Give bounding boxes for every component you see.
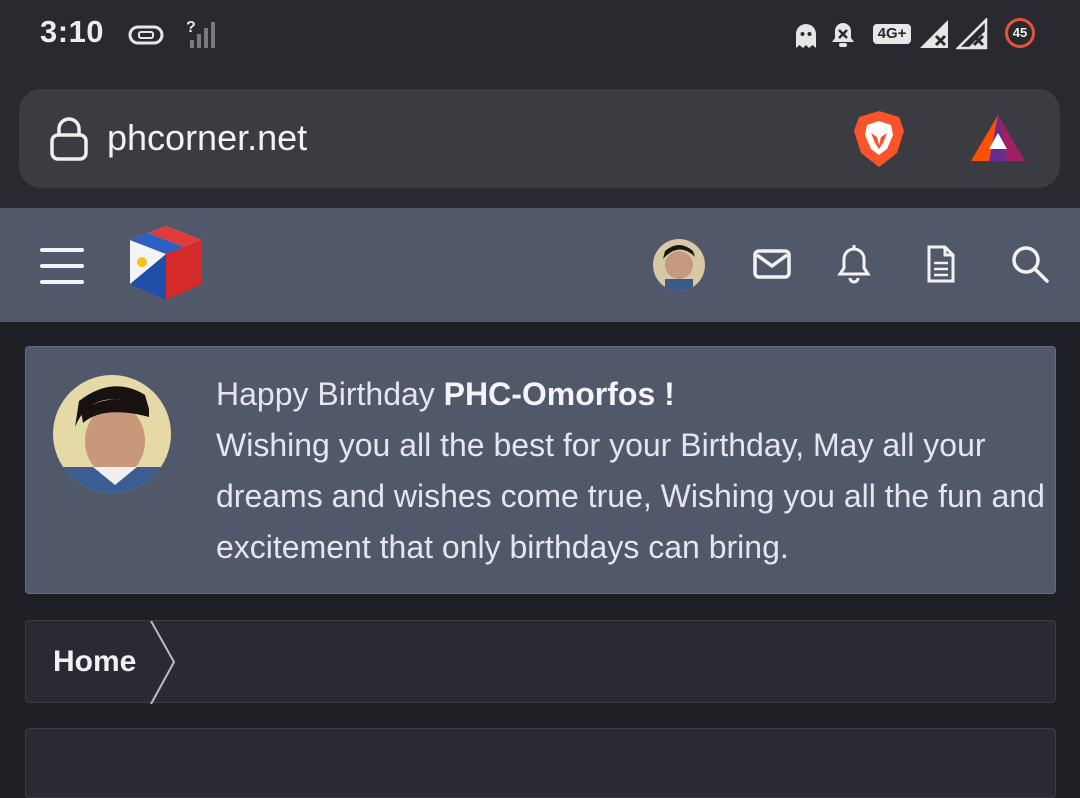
hamburger-menu-icon[interactable] [40, 248, 84, 284]
site-header [0, 208, 1080, 322]
signal-x-icon [956, 18, 988, 50]
search-icon[interactable] [1010, 244, 1050, 284]
network-4g-icon: 4G+ [873, 24, 911, 44]
notifications-muted-icon [832, 23, 854, 47]
birthday-user-avatar[interactable] [53, 375, 171, 493]
url-text[interactable]: phcorner.net [107, 117, 307, 159]
breadcrumb-separator-icon [150, 621, 176, 704]
svg-text:?: ? [186, 19, 196, 36]
breadcrumb: Home [25, 620, 1056, 704]
battery-icon: 45 [1005, 18, 1035, 48]
document-icon[interactable] [926, 244, 956, 284]
birthday-greeting: Happy Birthday [216, 376, 444, 412]
birthday-notice: Happy Birthday PHC-Omorfos ! Wishing you… [25, 346, 1056, 594]
vpn-icon [128, 25, 164, 45]
birthday-wish-text: Wishing you all the best for your Birthd… [216, 427, 1045, 565]
battery-level: 45 [1012, 25, 1028, 40]
brave-shields-icon[interactable] [849, 109, 909, 169]
status-bar: 3:10 ? 4G+ 45 [0, 0, 1080, 72]
status-time: 3:10 [40, 14, 105, 49]
birthday-message: Happy Birthday PHC-Omorfos ! Wishing you… [216, 369, 1046, 573]
address-bar[interactable]: phcorner.net [19, 89, 1060, 188]
site-logo[interactable] [126, 222, 206, 304]
signal-unknown-icon: ? [186, 19, 215, 48]
birthday-username[interactable]: PHC-Omorfos ! [444, 376, 675, 412]
breadcrumb-home[interactable]: Home [53, 645, 136, 679]
mail-icon[interactable] [752, 248, 792, 280]
brave-rewards-icon[interactable] [969, 113, 1027, 165]
ghost-icon [796, 24, 816, 48]
content-block [25, 728, 1056, 798]
lock-icon[interactable] [49, 117, 89, 161]
signal-x-icon [920, 20, 948, 48]
browser-toolbar: phcorner.net [0, 72, 1080, 208]
bell-icon[interactable] [836, 244, 872, 284]
user-avatar[interactable] [653, 239, 705, 291]
